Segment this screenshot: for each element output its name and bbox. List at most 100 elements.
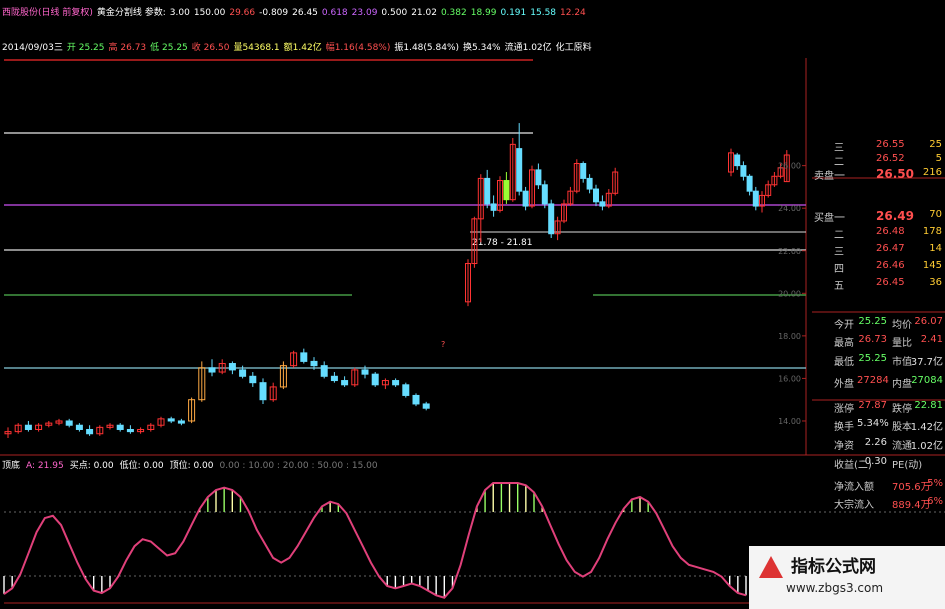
price-tick-label: 16.00 (778, 374, 801, 383)
quote-line: 2014/09/03三开 25.25 高 26.73 低 25.25 收 26.50 量… (2, 40, 596, 53)
stat-cell: 今开 (834, 320, 854, 331)
order-book-cell: 26.48 (876, 226, 905, 237)
price-axis: 26.00 24.00 22.00 20.00 18.00 16.00 14.00 (778, 162, 806, 426)
header-field: 21.02 (411, 8, 437, 18)
candlestick-series (4, 123, 790, 438)
stat-row: 涨停 27.87 跌停 22.81 (812, 400, 945, 416)
header-field: A: 21.95 (26, 461, 64, 471)
price-tick-label: 24.00 (778, 204, 801, 213)
stat-cell: 最高 (834, 338, 854, 349)
stat-row: 收益(二) -0.30 PE(动) (812, 456, 945, 472)
header-field: 12.24 (560, 8, 586, 18)
stat-row: 大宗流入 889.4万 6% (812, 496, 945, 512)
candle-body (422, 403, 430, 409)
stat-row: 换手 5.34% 股本 1.42亿 (812, 418, 945, 434)
order-book-cell: 26.49 (876, 209, 914, 223)
candle-body (392, 380, 400, 386)
candle-body (208, 367, 216, 373)
header-field: -0.809 (259, 8, 289, 18)
stat-cell: 1.02亿 (910, 441, 943, 452)
header-field: 3.00 (169, 8, 190, 18)
candle-body (599, 201, 606, 207)
candle-body (586, 177, 593, 190)
header-field: 低 25.25 (150, 43, 188, 53)
stat-cell: 净流入额 (834, 482, 874, 493)
order-book-row: 二 26.52 5 (812, 153, 945, 168)
candle-body (228, 363, 236, 371)
stat-cell: 股本 (892, 422, 912, 433)
candle-body (548, 203, 555, 235)
stat-cell: 889.4万 (892, 500, 931, 511)
candle-body (24, 424, 32, 430)
order-book-cell: 26.47 (876, 243, 905, 254)
header-field: 顶底 (2, 461, 21, 471)
candle-body (740, 165, 747, 177)
stat-row: 最低 25.25 市值 37.7亿 (812, 353, 945, 369)
header-field: 低位: 0.00 (119, 461, 164, 471)
stat-cell: 25.25 (858, 353, 887, 364)
candle-body (593, 188, 599, 203)
watermark: 指标公式网 www.zbgs3.com (749, 546, 945, 609)
order-book-cell: 145 (922, 260, 942, 271)
candle-body (522, 190, 529, 207)
stat-cell: 37.7亿 (910, 357, 943, 368)
header-field: 0.618 (321, 8, 348, 18)
stat-cell: 大宗流入 (834, 500, 874, 511)
logo-triangle-icon (759, 556, 783, 578)
stat-cell: 6% (927, 496, 943, 507)
candle-body (75, 424, 83, 430)
indicator-line-A (3, 482, 747, 599)
header-field: 黄金分割线 参数: (96, 8, 166, 18)
header-field: 26.45 (292, 8, 318, 18)
stat-cell: -0.30 (861, 456, 887, 467)
header-field: 0.500 (381, 8, 408, 18)
candle-body (516, 148, 523, 192)
stat-cell: 涨停 (834, 404, 854, 415)
order-book-cell: 五 (834, 281, 844, 292)
candle-body (65, 420, 73, 426)
order-book-side-label: 卖盘 (814, 171, 834, 182)
stat-cell: 均价 (892, 320, 912, 331)
stat-cell: 最低 (834, 357, 854, 368)
order-book-cell: 26.46 (876, 260, 905, 271)
stat-cell: 内盘 (892, 379, 912, 390)
price-tick-label: 22.00 (778, 247, 801, 256)
stat-cell: 跌停 (892, 404, 912, 415)
stat-cell: 27284 (857, 375, 889, 386)
stat-cell: 换手 (834, 422, 854, 433)
order-book-row: 二 26.48 178 (812, 226, 945, 241)
header-field: 0.382 (440, 8, 467, 18)
stat-row: 净流入额 705.6万 5% (812, 478, 945, 494)
order-book-cell: 5 (935, 153, 942, 164)
candle-body (300, 352, 308, 362)
header-field: 收 26.50 (191, 43, 230, 53)
candle-body (746, 175, 753, 192)
candle-body (259, 382, 267, 401)
order-book-cell: 178 (922, 226, 942, 237)
candle-body (341, 380, 349, 386)
stat-cell: PE(动) (892, 460, 923, 471)
candle-body (167, 418, 175, 422)
header-field: 量54368.1 (233, 43, 280, 53)
header-field: 西陇股份(日线 前复权) (2, 8, 93, 18)
stat-cell: 量比 (892, 338, 912, 349)
candle-body (535, 169, 542, 186)
header-field: 化工原料 (555, 43, 592, 53)
candle-body (330, 375, 338, 382)
stat-cell: 25.25 (858, 316, 887, 327)
candle-body (320, 365, 328, 377)
stat-cell: 5.34% (857, 418, 889, 429)
candle-body (580, 163, 587, 179)
watermark-title: 指标公式网 (791, 557, 876, 577)
candle-body (361, 369, 369, 375)
order-book-cell: 一 (834, 211, 845, 224)
stat-cell: 26.73 (858, 334, 887, 345)
order-book-cell: 26.55 (876, 139, 905, 150)
header-field: 换5.34% (463, 43, 501, 53)
candle-body (402, 384, 410, 396)
header-field: 买点: 0.00 (69, 461, 114, 471)
candle-body (86, 428, 94, 435)
stat-cell: 2.41 (920, 334, 943, 345)
header-field: 23.09 (351, 8, 378, 18)
stat-cell: 外盘 (834, 379, 854, 390)
